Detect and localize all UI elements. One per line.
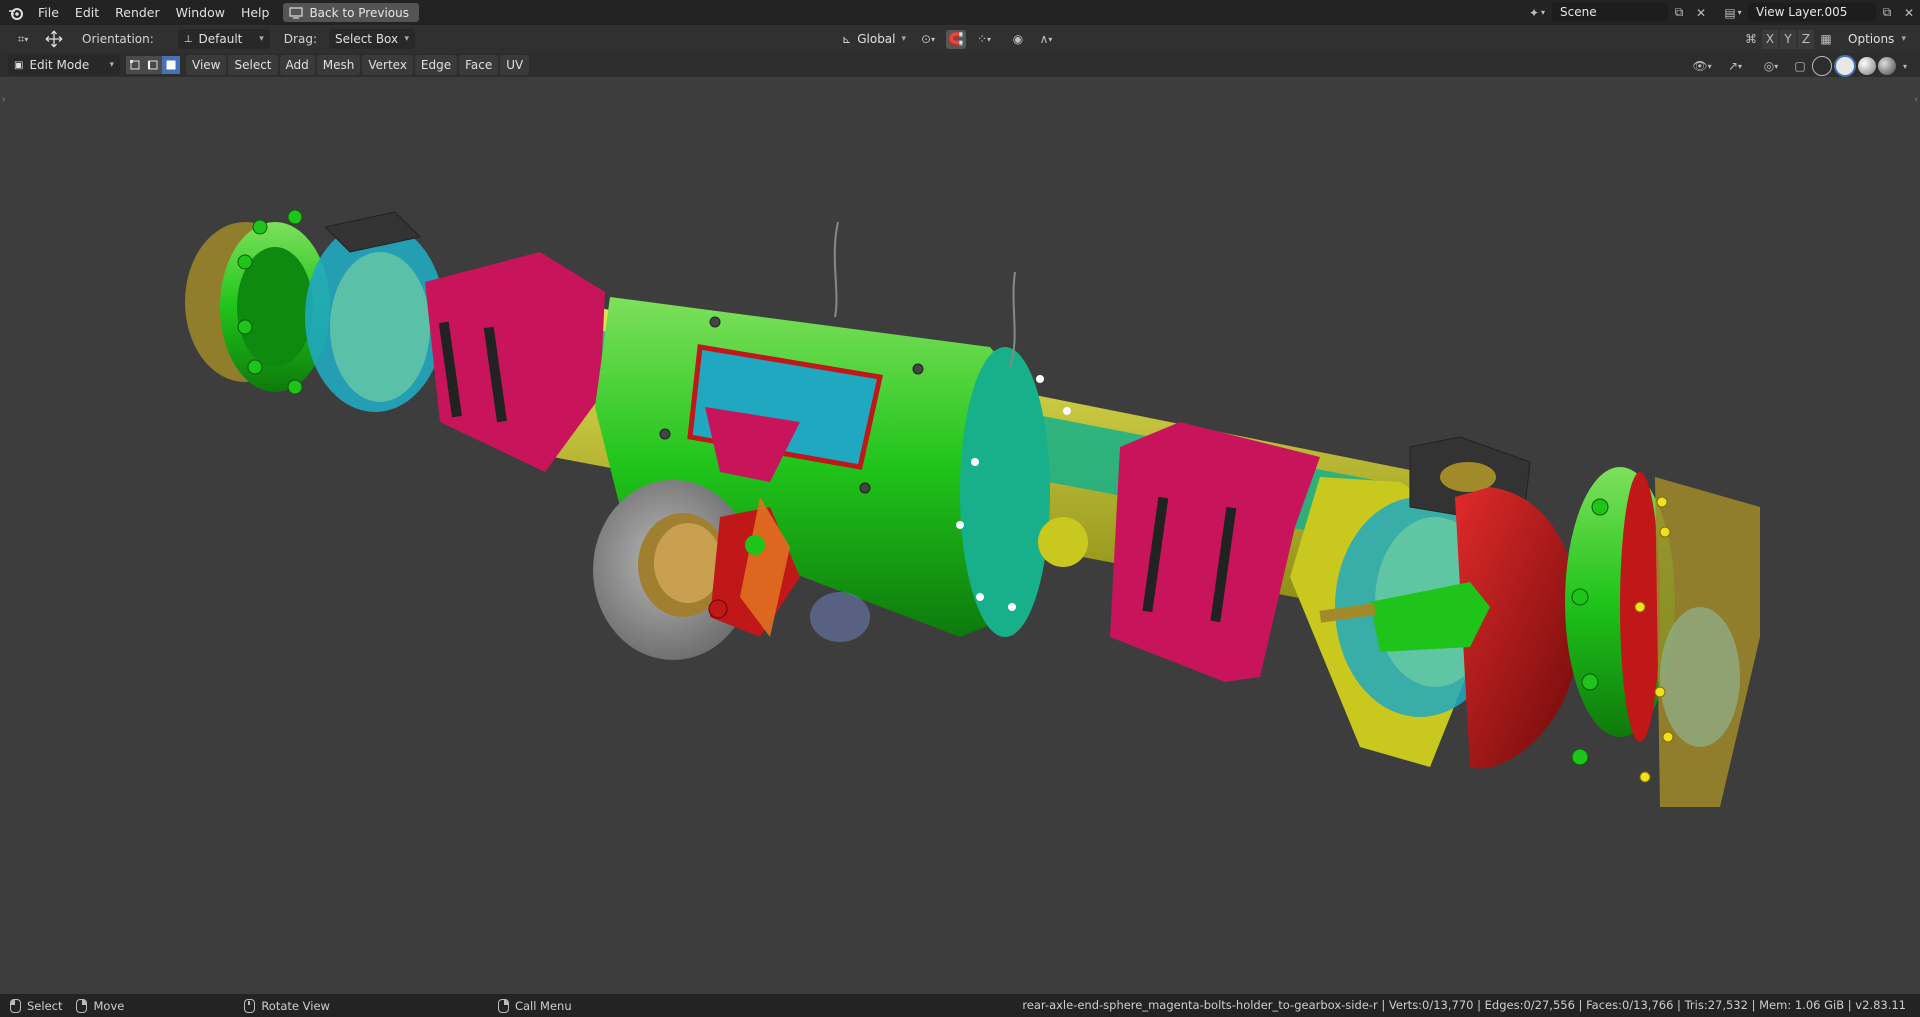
transform-group: ⊾ Global ▾ ⊙ ▾ 🧲 ⁘ ▾ ◉ ∧ ▾ <box>836 29 1060 49</box>
snap-toggle-icon[interactable]: 🧲 <box>946 29 966 49</box>
menu-mesh[interactable]: Mesh <box>316 55 361 75</box>
drag-label: Drag: <box>283 32 317 46</box>
3d-viewport[interactable]: › ‹ <box>0 77 1920 994</box>
solid-shading-icon[interactable] <box>1834 55 1856 77</box>
delete-scene-icon[interactable]: ✕ <box>1690 3 1712 22</box>
status-rotate: Rotate View <box>244 998 330 1013</box>
status-bar: Select Move Rotate View Call Menu rear-a… <box>0 994 1920 1017</box>
chevron-down-icon: ▾ <box>404 34 409 44</box>
menu-render[interactable]: Render <box>107 0 168 25</box>
menu-edge[interactable]: Edge <box>414 55 458 75</box>
mode-dropdown[interactable]: ▣ Edit Mode ▾ <box>8 55 120 75</box>
mirror-x-toggle[interactable]: X <box>1762 29 1778 49</box>
axes-icon: ⊾ <box>842 32 852 46</box>
sidebar-expand-icon[interactable]: ‹ <box>1914 95 1918 105</box>
visibility-icon[interactable]: 👁 ▾ <box>1688 57 1716 76</box>
menu-file[interactable]: File <box>30 0 67 25</box>
mirror-icon: ⌘ <box>1745 32 1757 46</box>
xray-icon[interactable]: ▢ <box>1790 57 1810 76</box>
top-bar: File Edit Render Window Help Back to Pre… <box>0 0 1920 25</box>
transform-orientation-value: Global <box>857 32 896 46</box>
chevron-down-icon: ▾ <box>901 34 907 44</box>
snap-target-icon[interactable]: ⁘ ▾ <box>970 30 998 49</box>
delete-view-layer-icon[interactable]: ✕ <box>1898 3 1920 22</box>
falloff-icon[interactable]: ∧ ▾ <box>1032 30 1060 49</box>
status-call-menu: Call Menu <box>497 998 572 1013</box>
proportional-edit-icon[interactable]: ◉ <box>1008 30 1028 49</box>
mouse-right-icon <box>76 998 88 1013</box>
status-move: Move <box>76 998 125 1013</box>
axle-model[interactable] <box>0 77 1920 994</box>
main-menu: File Edit Render Window Help <box>30 0 277 25</box>
menu-add[interactable]: Add <box>279 55 315 75</box>
menu-help[interactable]: Help <box>233 0 278 25</box>
scene-selector-group: ✦ ▾ Scene ⧉ ✕ ▤ ▾ View Layer.005 ⧉ ✕ <box>1522 0 1920 25</box>
mirror-z-toggle[interactable]: Z <box>1798 29 1814 49</box>
options-dropdown[interactable]: Options ▾ <box>1842 29 1912 49</box>
chevron-down-icon: ▾ <box>1901 34 1906 44</box>
material-shading-icon[interactable] <box>1858 57 1876 75</box>
pivot-point-icon[interactable]: ⊙ ▾ <box>914 30 942 49</box>
move-tool-icon[interactable] <box>40 30 68 49</box>
orientation-label: Orientation: <box>82 32 154 46</box>
new-scene-icon[interactable]: ⧉ <box>1668 3 1690 22</box>
options-label: Options <box>1848 32 1895 46</box>
chevron-down-icon[interactable]: ▾ <box>1898 57 1912 76</box>
status-select-label: Select <box>27 998 63 1013</box>
gizmo-icon[interactable]: ↗ ▾ <box>1718 57 1752 76</box>
mouse-middle-icon <box>244 998 256 1013</box>
scene-statistics: rear-axle-end-sphere_magenta-bolts-holde… <box>1022 998 1906 1012</box>
chevron-down-icon: ▾ <box>259 34 264 44</box>
vertex-select-icon[interactable] <box>126 56 144 74</box>
menu-select[interactable]: Select <box>228 55 278 75</box>
menu-window[interactable]: Window <box>168 0 233 25</box>
scene-browse-icon[interactable]: ✦ ▾ <box>1522 3 1552 22</box>
mouse-right-icon <box>497 998 509 1013</box>
menu-view[interactable]: View <box>186 55 227 75</box>
drag-dropdown[interactable]: Select Box ▾ <box>328 29 415 49</box>
menu-vertex[interactable]: Vertex <box>362 55 413 75</box>
drag-value: Select Box <box>334 32 399 46</box>
edit-mode-icon: ▣ <box>14 59 24 71</box>
menu-uv[interactable]: UV <box>500 55 530 75</box>
blender-logo-icon[interactable] <box>8 5 24 21</box>
view-layer-field[interactable]: View Layer.005 <box>1748 3 1876 22</box>
viewport-menu: View Select Add Mesh Vertex Edge Face UV <box>186 55 530 75</box>
status-call-menu-label: Call Menu <box>514 998 572 1013</box>
rendered-shading-icon[interactable] <box>1878 57 1896 75</box>
status-rotate-label: Rotate View <box>261 998 330 1013</box>
chevron-down-icon: ▾ <box>109 60 114 70</box>
screen-icon <box>289 6 304 19</box>
toolbar-expand-icon[interactable]: › <box>2 95 6 105</box>
status-move-label: Move <box>93 998 125 1013</box>
back-to-previous-button[interactable]: Back to Previous <box>283 3 419 22</box>
mouse-left-icon <box>10 998 21 1013</box>
viewport-header: ▣ Edit Mode ▾ View Select Add Mesh Verte… <box>0 53 1920 77</box>
wireframe-shading-icon[interactable] <box>1812 56 1832 76</box>
tool-settings-bar: ⌗ ▾ Orientation: ⊥ Default ▾ Drag: Select… <box>0 25 1920 53</box>
menu-face[interactable]: Face <box>459 55 499 75</box>
orientation-icon: ⊥ <box>183 33 193 45</box>
overlays-icon[interactable]: ◎ ▾ <box>1754 57 1788 76</box>
mirror-y-toggle[interactable]: Y <box>1780 29 1796 49</box>
edge-select-icon[interactable] <box>144 56 162 74</box>
mirror-options-group: ⌘ X Y Z ▦ Options ▾ <box>1742 29 1912 49</box>
face-select-icon[interactable] <box>162 56 180 74</box>
editor-type-icon[interactable]: ⌗ ▾ <box>6 30 40 49</box>
uv-sync-icon[interactable]: ▦ <box>1816 30 1836 49</box>
view-layer-browse-icon[interactable]: ▤ ▾ <box>1718 3 1748 22</box>
back-to-previous-label: Back to Previous <box>309 5 409 20</box>
transform-orientation-dropdown[interactable]: ⊾ Global ▾ <box>836 29 910 49</box>
mode-value: Edit Mode <box>29 58 90 72</box>
scene-name-field[interactable]: Scene <box>1552 3 1668 22</box>
menu-edit[interactable]: Edit <box>67 0 107 25</box>
new-view-layer-icon[interactable]: ⧉ <box>1876 3 1898 22</box>
select-mode-group <box>126 56 180 74</box>
shading-group: 👁 ▾ ↗ ▾ ◎ ▾ ▢ ▾ <box>1688 55 1912 77</box>
orientation-value: Default <box>198 32 243 46</box>
orientation-dropdown[interactable]: ⊥ Default ▾ <box>177 29 270 49</box>
status-select: Select <box>10 998 63 1013</box>
